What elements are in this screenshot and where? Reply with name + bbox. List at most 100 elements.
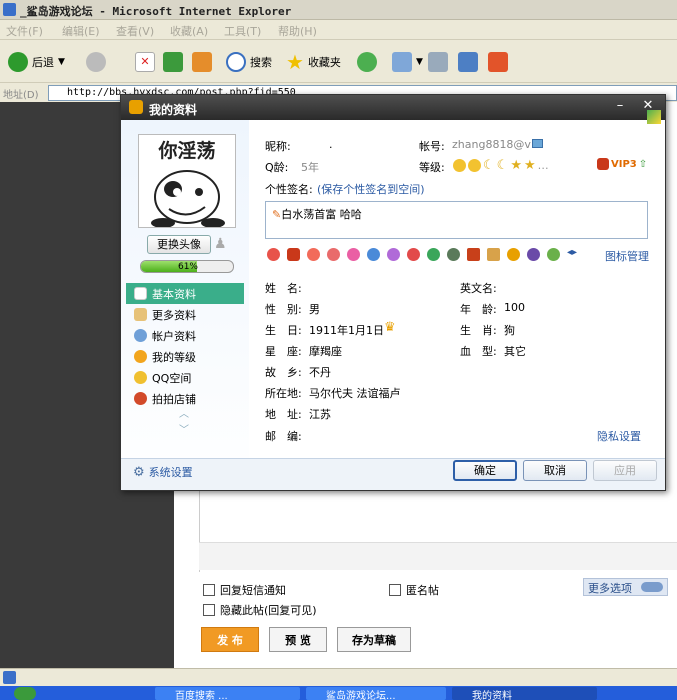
qq-icon[interactable] (287, 248, 300, 261)
menu-tools[interactable]: 工具(T) (224, 23, 261, 39)
sun-icon (468, 159, 481, 172)
preview-button[interactable]: 预 览 (269, 627, 327, 652)
menu-file[interactable]: 文件(F) (6, 23, 43, 39)
phone-icon[interactable] (467, 248, 480, 261)
print-icon (428, 52, 448, 72)
profile-panel: 昵称: . 帐号: zhang8818@vi Q龄: 5年 等级: ☾ ☾ ★ … (249, 110, 665, 490)
privacy-settings-link[interactable]: 隐私设置 (597, 428, 641, 444)
pet-icon[interactable] (487, 248, 500, 261)
page-icon (3, 671, 16, 684)
id-card-icon (134, 287, 147, 300)
zodiac-value: 狗 (504, 324, 515, 337)
back-button[interactable]: 后退 ▼ (8, 50, 65, 74)
nav-account-info[interactable]: 帐户资料 (126, 325, 244, 346)
publish-button[interactable]: 发 布 (201, 627, 259, 652)
change-avatar-button[interactable]: 更换头像 (147, 235, 211, 254)
nav-scroll[interactable]: ︿ ﹀ (179, 410, 189, 436)
hide-post-checkbox[interactable] (203, 604, 215, 616)
dialog-title: 我的资料 (149, 103, 198, 117)
ok-button[interactable]: 确定 (453, 460, 517, 481)
chevron-down-icon[interactable]: ﹀ (179, 426, 189, 436)
task-baidu[interactable]: 百度搜索 ... (155, 687, 300, 700)
avatar[interactable]: 你淫荡 (138, 134, 236, 228)
nav-more-info-label: 更多资料 (152, 308, 196, 322)
minimize-button[interactable]: – (609, 97, 631, 115)
age-value: 100 (504, 301, 525, 314)
address-label: 地址(D) (3, 90, 39, 101)
level-icon (134, 350, 147, 363)
hide-post-label: 隐藏此帖(回复可见) (220, 604, 317, 617)
save-draft-button[interactable]: 存为草稿 (337, 627, 411, 652)
music-icon[interactable] (507, 248, 520, 261)
anonymous-label: 匿名帖 (406, 584, 439, 597)
more-options-toggle[interactable]: 更多选项 (583, 578, 668, 596)
chevron-up-icon[interactable]: ︿ (179, 410, 189, 420)
anonymous-option[interactable]: 匿名帖 (389, 582, 439, 598)
ticket-icon[interactable] (447, 248, 460, 261)
anonymous-checkbox[interactable] (389, 584, 401, 596)
qq-space-icon (134, 371, 147, 384)
address-label: 地 址: (265, 408, 302, 421)
ticket-icon[interactable] (427, 248, 440, 261)
refresh-button[interactable] (163, 50, 183, 74)
shop-icon (134, 392, 147, 405)
toggle-icon (641, 582, 663, 592)
ticket-icon[interactable] (347, 248, 360, 261)
hometown-value: 不丹 (309, 366, 331, 379)
hide-post-option[interactable]: 隐藏此帖(回复可见) (203, 602, 317, 618)
sms-notify-option[interactable]: 回复短信通知 (203, 582, 286, 598)
diamond-icon[interactable] (387, 248, 400, 261)
ticket-icon[interactable] (307, 248, 320, 261)
edit-button[interactable] (458, 50, 478, 74)
menu-view[interactable]: 查看(V) (116, 23, 154, 39)
icon-manage-link[interactable]: 图标管理 (605, 248, 649, 264)
start-icon[interactable] (14, 687, 36, 700)
apply-button[interactable]: 应用 (593, 460, 657, 481)
search-button[interactable]: 搜索 (226, 50, 272, 74)
corner-icon (647, 110, 661, 124)
ticket-icon[interactable] (327, 248, 340, 261)
messenger-button[interactable] (488, 50, 508, 74)
profile-progress-bar: 61% (140, 260, 234, 273)
task-forum[interactable]: 鲨岛游戏论坛... (306, 687, 446, 700)
stop-button[interactable]: ✕ (135, 50, 155, 74)
favorites-button[interactable]: ★ 收藏夹 (286, 50, 341, 74)
forward-button[interactable] (86, 50, 106, 74)
smile-icon[interactable] (547, 248, 560, 261)
level-label: 等级: (419, 161, 445, 174)
signature-input[interactable]: ✎白水荡首富 哈哈 (265, 201, 648, 239)
nav-qq-space[interactable]: QQ空间 (126, 367, 244, 388)
browser-toolbar: 后退 ▼ ✕ 搜索 ★ 收藏夹 ▼ (0, 41, 677, 83)
copy-icon[interactable] (532, 139, 543, 148)
account-value: zhang8818@vi (452, 138, 535, 151)
nav-more-info[interactable]: 更多资料 (126, 304, 244, 325)
nav-basic-info[interactable]: 基本资料 (126, 283, 244, 304)
nav-my-level[interactable]: 我的等级 (126, 346, 244, 367)
menu-favorites[interactable]: 收藏(A) (170, 23, 208, 39)
ticket-icon[interactable] (367, 248, 380, 261)
nav-paipai-shop[interactable]: 拍拍店铺 (126, 388, 244, 409)
ticket-icon[interactable] (407, 248, 420, 261)
english-name-label: 英文名: (460, 282, 497, 295)
menu-help[interactable]: 帮助(H) (278, 23, 317, 39)
task-my-profile[interactable]: 我的资料 (452, 687, 597, 700)
moon-icon: ☾ (483, 158, 495, 173)
menu-edit[interactable]: 编辑(E) (62, 23, 100, 39)
dialog-title-bar[interactable]: 我的资料 – ✕ (121, 95, 665, 120)
cancel-button[interactable]: 取消 (523, 460, 587, 481)
save-signature-link[interactable]: (保存个性签名到空间) (317, 181, 425, 197)
menu-bar: 文件(F) 编辑(E) 查看(V) 收藏(A) 工具(T) 帮助(H) (0, 20, 677, 40)
sms-notify-checkbox[interactable] (203, 584, 215, 596)
stop-icon: ✕ (135, 52, 155, 72)
arrows-icon[interactable]: ◂▸ (567, 247, 577, 258)
game-icon[interactable] (527, 248, 540, 261)
mail-button[interactable]: ▼ (392, 50, 423, 74)
print-button[interactable] (428, 50, 448, 74)
history-button[interactable] (357, 50, 377, 74)
system-settings-bottom[interactable]: ⚙ 系统设置 (133, 464, 193, 480)
vip-badge[interactable]: VIP3 ⇧ (597, 158, 647, 170)
system-settings-bottom-label: 系统设置 (148, 466, 193, 479)
heart-icon[interactable] (267, 248, 280, 261)
blood-type-label: 血 型: (460, 345, 497, 358)
home-button[interactable] (192, 50, 212, 74)
